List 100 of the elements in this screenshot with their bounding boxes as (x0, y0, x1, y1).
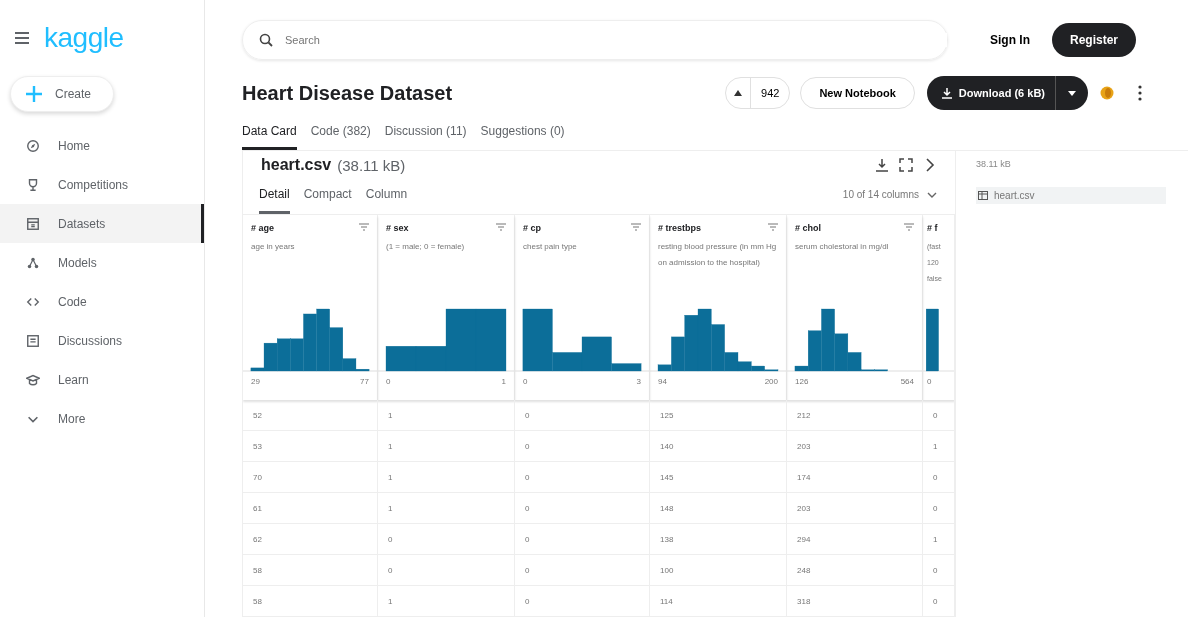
file-name: heart.csv (261, 156, 332, 175)
table-cell: 0 (515, 524, 650, 555)
create-button[interactable]: Create (10, 76, 115, 112)
more-options-icon[interactable] (1138, 85, 1142, 101)
table-cell: 0 (515, 400, 650, 431)
max-value: 1 (501, 377, 506, 386)
table-cell: 1 (378, 431, 515, 462)
sidebar-label: Home (58, 138, 90, 153)
nav-icon (26, 177, 40, 192)
min-value: 0 (523, 377, 528, 386)
tab[interactable]: Suggestions (0) (480, 124, 565, 150)
column-name[interactable]: # sex (386, 223, 409, 233)
sidebar-item[interactable]: Code (0, 282, 204, 321)
table-cell: 0 (923, 400, 955, 431)
min-value: 126 (795, 377, 809, 386)
sidebar-item[interactable]: Learn (0, 360, 204, 399)
download-icon (940, 87, 953, 99)
file-item[interactable]: heart.csv (976, 187, 1166, 204)
min-value: 0 (927, 377, 932, 386)
column-description: resting blood pressure (in mm Hg on admission to the hospital) (658, 241, 778, 269)
table-cell: 1 (378, 586, 515, 617)
table-cell: 248 (787, 555, 923, 586)
table-cell: 52 (243, 400, 378, 431)
nav-icon (26, 333, 40, 348)
table-cell: 0 (515, 555, 650, 586)
table-cell: 125 (650, 400, 787, 431)
download-split-button[interactable]: Download (6 kB) (926, 76, 1088, 110)
max-value: 3 (636, 377, 641, 386)
column-description: (1 = male; 0 = female) (386, 241, 466, 253)
table-cell: 212 (787, 400, 923, 431)
download-button[interactable]: Download (6 kB) (926, 76, 1056, 110)
table-cell: 0 (515, 462, 650, 493)
column-description: serum cholestoral in mg/dl (795, 241, 890, 253)
nav-icon (26, 255, 40, 270)
view-tab[interactable]: Column (365, 187, 408, 214)
table-cell: 294 (787, 524, 923, 555)
view-tab[interactable]: Detail (259, 187, 290, 214)
plus-icon (25, 85, 43, 103)
sign-in-button[interactable]: Sign In (984, 27, 1036, 53)
sidebar-item[interactable]: Home (0, 126, 204, 165)
table-cell: 62 (243, 524, 378, 555)
fullscreen-icon[interactable] (899, 158, 913, 173)
table-cell: 0 (515, 586, 650, 617)
table-cell: 145 (650, 462, 787, 493)
table-cell: 174 (787, 462, 923, 493)
column-description: age in years (251, 241, 296, 253)
tab[interactable]: Data Card (242, 124, 297, 150)
chevron-down-icon (927, 190, 937, 199)
min-value: 0 (386, 377, 391, 386)
sidebar-label: Code (58, 294, 87, 309)
table-cell: 0 (515, 431, 650, 462)
nav-icon (26, 216, 40, 231)
min-value: 29 (251, 377, 260, 386)
column-name[interactable]: # chol (795, 223, 822, 233)
triangle-up-icon (734, 90, 743, 96)
file-size: (38.11 kB) (337, 156, 407, 174)
sidebar-item[interactable]: Competitions (0, 165, 204, 204)
table-cell: 203 (787, 431, 923, 462)
coin-icon[interactable] (1100, 86, 1114, 100)
max-value: 200 (764, 377, 778, 386)
sidebar-item[interactable]: Discussions (0, 321, 204, 360)
chevron-right-icon[interactable] (923, 158, 937, 173)
sidebar-item[interactable]: Datasets (0, 204, 204, 243)
sidebar-label: Learn (58, 372, 89, 387)
sidebar-label: More (58, 411, 86, 426)
table-cell: 114 (650, 586, 787, 617)
table-cell: 0 (923, 586, 955, 617)
table-cell: 1 (378, 400, 515, 431)
table-cell: 100 (650, 555, 787, 586)
nav-icon (26, 372, 40, 387)
table-icon (978, 191, 988, 200)
table-cell: 0 (378, 555, 515, 586)
column-name[interactable]: # trestbps (658, 223, 702, 233)
column-name[interactable]: # f (927, 223, 938, 233)
table-cell: 1 (378, 493, 515, 524)
register-button[interactable]: Register (1052, 23, 1137, 57)
download-icon[interactable] (875, 158, 889, 173)
table-cell: 0 (923, 493, 955, 524)
columns-dropdown[interactable]: 10 of 14 columns (842, 189, 937, 214)
table-cell: 58 (243, 555, 378, 586)
min-value: 94 (658, 377, 667, 386)
column-name[interactable]: # cp (523, 223, 542, 233)
table-cell: 58 (243, 586, 378, 617)
table-cell: 1 (923, 431, 955, 462)
column-name[interactable]: # age (251, 223, 275, 233)
tab[interactable]: Discussion (11) (384, 124, 467, 150)
new-notebook-button[interactable]: New Notebook (800, 77, 915, 109)
menu-icon[interactable] (14, 31, 30, 45)
view-tab[interactable]: Compact (303, 187, 352, 214)
sidebar-item[interactable]: More (0, 399, 204, 438)
table-cell: 0 (378, 524, 515, 555)
table-cell: 148 (650, 493, 787, 524)
column-description: chest pain type (523, 241, 578, 253)
search-field[interactable]: Search (283, 33, 947, 47)
sidebar-item[interactable]: Models (0, 243, 204, 282)
table-cell: 0 (515, 493, 650, 524)
upvote-button[interactable]: 942 (725, 77, 791, 109)
table-cell: 1 (378, 462, 515, 493)
tab[interactable]: Code (382) (310, 124, 371, 150)
table-cell: 318 (787, 586, 923, 617)
